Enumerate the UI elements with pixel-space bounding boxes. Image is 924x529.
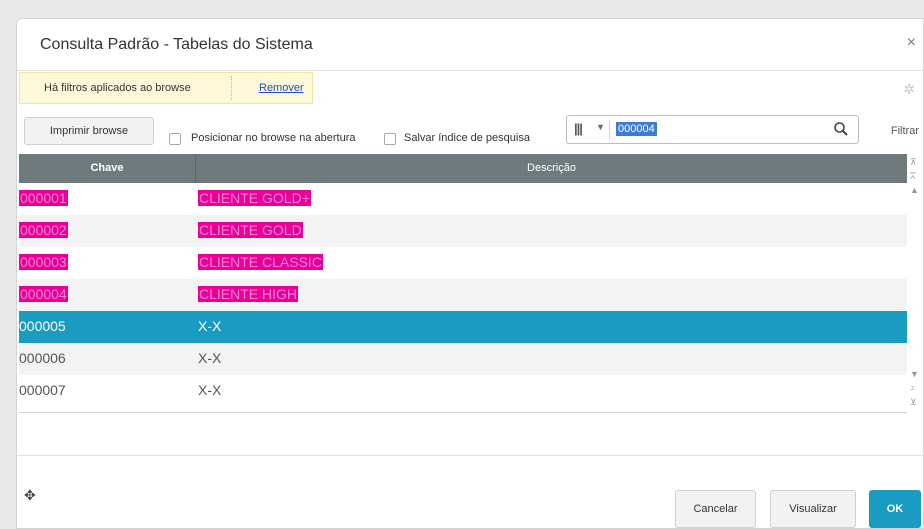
filter-divider [231, 76, 232, 100]
row-key: 000002 [19, 222, 68, 238]
consulta-dialog: Consulta Padrão - Tabelas do Sistema × H… [16, 18, 924, 529]
table-row[interactable]: 000003 CLIENTE CLASSIC [19, 247, 907, 279]
table-row[interactable]: 000006 X-X [19, 343, 907, 375]
gear-icon[interactable]: ✲ [903, 81, 915, 98]
chevron-down-icon[interactable]: ▼ [596, 122, 605, 132]
cancel-button[interactable]: Cancelar [675, 490, 756, 528]
ok-button[interactable]: OK [869, 490, 921, 528]
row-key: 000001 [19, 190, 68, 206]
table-row-selected[interactable]: 000005 X-X [19, 311, 907, 343]
search-icon[interactable] [833, 121, 849, 137]
row-description: CLIENTE HIGH [198, 286, 299, 302]
save-index-checkbox[interactable] [384, 133, 396, 145]
search-divider [609, 120, 610, 140]
scroll-bottom-icon[interactable]: ⊻ [910, 398, 917, 407]
filter-button[interactable]: Filtrar [891, 125, 919, 137]
filter-notice: Há filtros aplicados ao browse Remover [19, 72, 313, 104]
column-header-descricao[interactable]: Descrição [196, 154, 907, 183]
row-key: 000003 [19, 254, 68, 270]
position-browse-label: Posicionar no browse na abertura [191, 132, 356, 144]
row-key: 000004 [19, 286, 68, 302]
table-row[interactable]: 000001 CLIENTE GOLD+ [19, 183, 907, 215]
scroll-top-icon[interactable]: ⊼ [910, 158, 917, 167]
grid-scrollbar[interactable]: ⊼ ⩞ ▲ ▼ ⩡ ⊻ [907, 154, 923, 412]
search-input[interactable]: 000004 [616, 122, 657, 136]
save-index-label: Salvar índice de pesquisa [404, 132, 530, 144]
results-grid: Chave Descrição 000001 CLIENTE GOLD+ 000… [19, 154, 907, 413]
row-key: 000006 [19, 350, 66, 366]
close-icon[interactable]: × [907, 34, 916, 52]
search-box: ||| ▼ 000004 [566, 115, 859, 144]
table-row[interactable]: 000002 CLIENTE GOLD [19, 215, 907, 247]
print-browse-button[interactable]: Imprimir browse [24, 117, 154, 145]
table-row[interactable]: 000004 CLIENTE HIGH [19, 279, 907, 311]
row-key: 000005 [19, 318, 66, 334]
dialog-title: Consulta Padrão - Tabelas do Sistema [40, 36, 313, 53]
filter-notice-text: Há filtros aplicados ao browse [44, 82, 191, 94]
row-description: X-X [198, 382, 222, 398]
remove-filter-link[interactable]: Remover [259, 82, 304, 94]
dialog-footer: ✥ Cancelar Visualizar OK [17, 455, 923, 528]
scroll-page-up-icon[interactable]: ⩞ [910, 172, 915, 181]
row-description: X-X [198, 350, 222, 366]
grid-header: Chave Descrição [19, 154, 907, 183]
row-description: CLIENTE CLASSIC [198, 254, 323, 270]
table-row[interactable]: 000007 X-X [19, 375, 907, 407]
row-description: CLIENTE GOLD+ [198, 190, 311, 206]
row-key: 000007 [19, 382, 66, 398]
view-button[interactable]: Visualizar [770, 490, 856, 528]
title-bar: Consulta Padrão - Tabelas do Sistema × [17, 19, 923, 71]
index-icon[interactable]: ||| [574, 121, 583, 136]
scroll-up-icon[interactable]: ▲ [910, 186, 919, 195]
row-description: X-X [198, 318, 222, 334]
column-header-chave[interactable]: Chave [19, 154, 196, 183]
position-browse-checkbox[interactable] [169, 133, 181, 145]
scroll-page-down-icon[interactable]: ⩡ [910, 384, 915, 393]
move-icon[interactable]: ✥ [24, 487, 36, 504]
row-description: CLIENTE GOLD [198, 222, 303, 238]
scroll-down-icon[interactable]: ▼ [910, 370, 919, 379]
